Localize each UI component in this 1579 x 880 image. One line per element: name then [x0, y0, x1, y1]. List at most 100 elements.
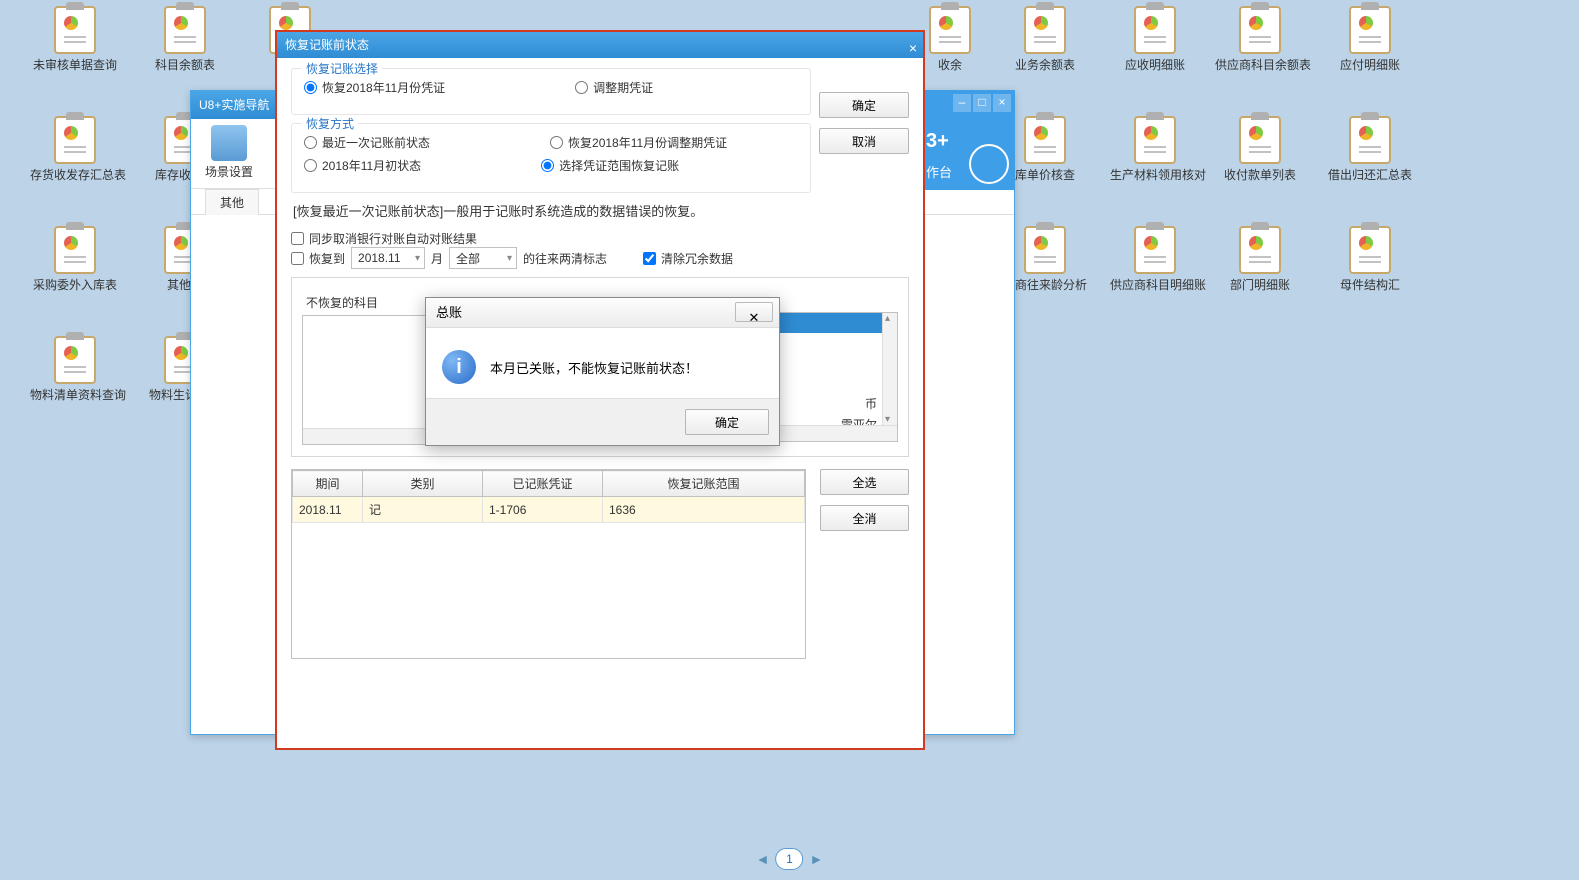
report-icon [1024, 116, 1066, 164]
desktop-icon-label: 物料清单资料查询 [30, 388, 120, 402]
report-icon [1024, 6, 1066, 54]
desktop-icon[interactable]: 采购委外入库表 [30, 226, 120, 292]
clear-flag-label: 的往来两清标志 [523, 250, 607, 267]
panel-label: 作台 [926, 162, 952, 181]
report-icon [929, 6, 971, 54]
radio-adjustment-period[interactable]: 调整期凭证 [575, 79, 653, 96]
th-type: 类别 [363, 471, 483, 497]
report-icon [1024, 226, 1066, 274]
desktop-icon[interactable]: 未审核单据查询 [30, 6, 120, 72]
pager-next[interactable]: ► [810, 851, 824, 867]
desktop-icon-label: 未审核单据查询 [30, 58, 120, 72]
dialog-title: 恢复记账前状态 [285, 38, 369, 52]
info-messagebox: 总账 ✕ i 本月已关账，不能恢复记账前状态！ 确定 [425, 297, 780, 446]
desktop-icon-label: 借出归还汇总表 [1325, 168, 1415, 182]
desktop-pager: ◄ 1 ► [756, 848, 824, 870]
report-icon [54, 6, 96, 54]
clock-icon [969, 144, 1009, 184]
month-suffix: 月 [431, 250, 443, 267]
close-icon[interactable]: × [909, 35, 917, 61]
panel-close[interactable]: × [993, 94, 1011, 112]
pager-prev[interactable]: ◄ [756, 851, 770, 867]
desktop-icon[interactable]: 物料清单资料查询 [30, 336, 120, 402]
desktop-icon-label: 母件结构汇 [1325, 278, 1415, 292]
report-icon [1349, 226, 1391, 274]
dialog-titlebar[interactable]: 恢复记账前状态 × [277, 32, 923, 58]
clapper-icon [211, 125, 247, 161]
checkbox-sync-cancel-bank[interactable]: 同步取消银行对账自动对账结果 [291, 230, 909, 247]
checkbox-clear-redundant[interactable]: 清除冗余数据 [643, 250, 733, 267]
desktop-icon-label: 生产材料领用核对 [1110, 168, 1200, 182]
report-icon [1239, 116, 1281, 164]
report-icon [54, 226, 96, 274]
month-select[interactable]: 2018.11 [351, 247, 425, 269]
tab-other[interactable]: 其他 [205, 189, 259, 215]
msgbox-ok-button[interactable]: 确定 [685, 409, 769, 435]
desktop-icon[interactable]: 借出归还汇总表 [1325, 116, 1415, 182]
checkbox-restore-to[interactable]: 恢复到 [291, 250, 345, 267]
report-icon [1134, 6, 1176, 54]
report-icon [1239, 226, 1281, 274]
pager-page-1[interactable]: 1 [776, 848, 804, 870]
msgbox-title: 总账 [436, 305, 462, 320]
hint-text: [恢复最近一次记账前状态]一般用于记账时系统造成的数据错误的恢复。 [293, 201, 907, 220]
info-icon: i [442, 350, 476, 384]
desktop-icon[interactable]: 母件结构汇 [1325, 226, 1415, 292]
panel-badge: 3+ [926, 130, 949, 153]
msgbox-titlebar[interactable]: 总账 ✕ [426, 298, 779, 328]
desktop-icon-label: 业务余额表 [1000, 58, 1090, 72]
desktop-icon-label: 供应商科目明细账 [1110, 278, 1200, 292]
group1-legend: 恢复记账选择 [302, 60, 382, 77]
toolbtn-label: 场景设置 [205, 165, 253, 179]
msgbox-close-button[interactable]: ✕ [735, 302, 773, 322]
workbench-panel: – □ × 3+ 作台 [920, 90, 1015, 190]
u8-navigator-title: U8+实施导航 [199, 98, 269, 112]
th-period: 期间 [293, 471, 363, 497]
desktop-icon-label: 供应商科目余额表 [1215, 58, 1305, 72]
desktop-icon[interactable]: 存货收发存汇总表 [30, 116, 120, 182]
desktop-icon[interactable]: 生产材料领用核对 [1110, 116, 1200, 182]
th-posted: 已记账凭证 [483, 471, 603, 497]
desktop-icon[interactable]: 科目余额表 [140, 6, 230, 72]
report-icon [54, 116, 96, 164]
desktop-icon-label: 科目余额表 [140, 58, 230, 72]
group2-legend: 恢复方式 [302, 115, 358, 132]
desktop-icon[interactable]: 收付款单列表 [1215, 116, 1305, 182]
desktop-icon-label: 存货收发存汇总表 [30, 168, 120, 182]
scene-settings-button[interactable]: 场景设置 [205, 125, 253, 180]
desktop-icon-label: 应付明细账 [1325, 58, 1415, 72]
scrollbar[interactable] [882, 313, 897, 425]
scope-select[interactable]: 全部 [449, 247, 517, 269]
desktop-icon-label: 部门明细账 [1215, 278, 1305, 292]
ok-button[interactable]: 确定 [819, 92, 909, 118]
report-icon [54, 336, 96, 384]
desktop-icon[interactable]: 业务余额表 [1000, 6, 1090, 72]
desktop-icon[interactable]: 供应商科目余额表 [1215, 6, 1305, 72]
report-icon [1349, 116, 1391, 164]
cancel-button[interactable]: 取消 [819, 128, 909, 154]
desktop-icon[interactable]: 供应商科目明细账 [1110, 226, 1200, 292]
desktop-icon-label: 应收明细账 [1110, 58, 1200, 72]
radio-last-posting[interactable]: 最近一次记账前状态 [304, 134, 430, 151]
radio-voucher-range[interactable]: 选择凭证范围恢复记账 [541, 157, 679, 174]
select-all-button[interactable]: 全选 [820, 469, 909, 495]
report-icon [1239, 6, 1281, 54]
report-icon [1134, 226, 1176, 274]
report-icon [1349, 6, 1391, 54]
panel-maximize[interactable]: □ [973, 94, 991, 112]
th-restore-range: 恢复记账范围 [603, 471, 805, 497]
radio-restore-november[interactable]: 恢复2018年11月份凭证 [304, 79, 445, 96]
radio-restore-adjustment[interactable]: 恢复2018年11月份调整期凭证 [550, 134, 727, 151]
desktop-icon[interactable]: 应付明细账 [1325, 6, 1415, 72]
report-icon [164, 6, 206, 54]
desktop-icon[interactable]: 部门明细账 [1215, 226, 1305, 292]
table-row[interactable]: 2018.11 记 1-1706 1636 [293, 497, 805, 523]
report-icon [1134, 116, 1176, 164]
msgbox-text: 本月已关账，不能恢复记账前状态！ [490, 358, 698, 377]
voucher-table[interactable]: 期间 类别 已记账凭证 恢复记账范围 2018.11 记 1-1706 1636 [291, 469, 806, 659]
desktop-icon-label: 采购委外入库表 [30, 278, 120, 292]
radio-month-begin[interactable]: 2018年11月初状态 [304, 157, 421, 174]
desktop-icon[interactable]: 应收明细账 [1110, 6, 1200, 72]
select-none-button[interactable]: 全消 [820, 505, 909, 531]
panel-minimize[interactable]: – [953, 94, 971, 112]
